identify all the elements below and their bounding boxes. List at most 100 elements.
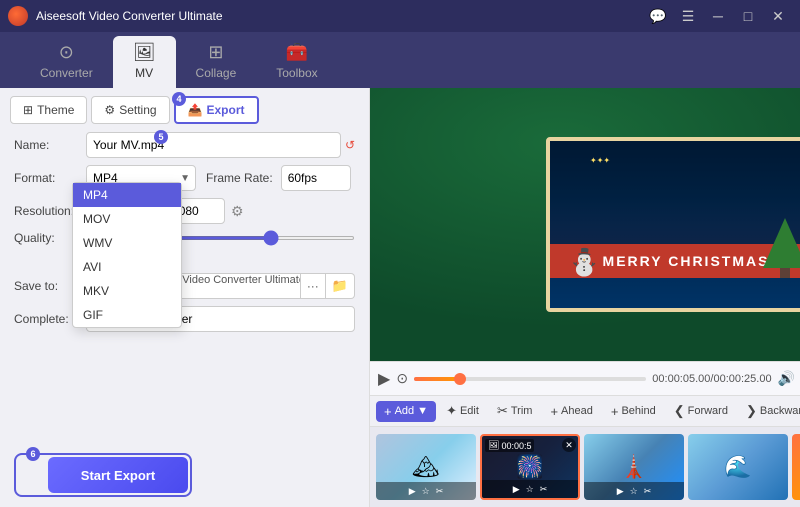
stop-button[interactable]: ⊙ bbox=[396, 370, 408, 387]
window-controls: 💬 ☰ ─ □ ✕ bbox=[644, 6, 792, 26]
tab-toolbox-label: Toolbox bbox=[276, 66, 317, 80]
resolution-gear-icon[interactable]: ⚙ bbox=[231, 203, 244, 220]
thumb-play-icon-3: ▶ bbox=[617, 486, 624, 497]
xmas-card: MERRY CHRISTMAS ⛄ ✦✦✦ bbox=[546, 137, 800, 312]
format-option-avi[interactable]: AVI bbox=[73, 255, 181, 279]
ahead-label: Ahead bbox=[561, 405, 593, 417]
chat-icon-btn[interactable]: 💬 bbox=[644, 6, 672, 26]
sub-tab-theme[interactable]: ⊞ Theme bbox=[10, 96, 87, 124]
start-export-button[interactable]: Start Export bbox=[48, 457, 188, 493]
toolbox-icon: 🧰 bbox=[286, 42, 308, 63]
thumb-play-icon-1: ▶ bbox=[409, 486, 416, 497]
main-content: ⊞ Theme ⚙ Setting 4 📤 Export Name: 5 ↺ bbox=[0, 88, 800, 507]
format-option-mov[interactable]: MOV bbox=[73, 207, 181, 231]
play-button[interactable]: ▶ bbox=[378, 369, 390, 389]
badge-6: 6 bbox=[26, 447, 40, 461]
add-button[interactable]: + Add ▼ bbox=[376, 401, 436, 422]
setting-tab-label: Setting bbox=[119, 103, 156, 117]
menu-icon-btn[interactable]: ☰ bbox=[674, 6, 702, 26]
left-panel: ⊞ Theme ⚙ Setting 4 📤 Export Name: 5 ↺ bbox=[0, 88, 370, 507]
setting-gear-icon: ⚙ bbox=[104, 103, 115, 117]
thumb-star-icon-1: ☆ bbox=[422, 486, 430, 497]
format-option-wmv[interactable]: WMV bbox=[73, 231, 181, 255]
thumbnail-3[interactable]: 🗼 ▶ ☆ ✂ bbox=[584, 434, 684, 500]
thumb-star-icon-2: ☆ bbox=[526, 484, 534, 495]
mv-icon: 🖼 bbox=[133, 42, 156, 63]
thumb-bg-5: 🌅 bbox=[792, 434, 800, 500]
theme-grid-icon: ⊞ bbox=[23, 103, 33, 117]
app-logo bbox=[8, 6, 28, 26]
format-dropdown: MP4 MOV WMV AVI MKV GIF bbox=[72, 182, 182, 328]
thumbnail-1[interactable]: 🏔 ▶ ☆ ✂ bbox=[376, 434, 476, 500]
tab-mv[interactable]: 🖼 MV bbox=[113, 36, 176, 88]
edit-label: Edit bbox=[460, 405, 479, 417]
tab-mv-label: MV bbox=[135, 66, 153, 80]
sub-tabs: ⊞ Theme ⚙ Setting 4 📤 Export bbox=[0, 88, 369, 124]
trim-button[interactable]: ✂ Trim bbox=[489, 400, 541, 422]
thumb-bg-4: 🌊 bbox=[688, 434, 788, 500]
tab-toolbox[interactable]: 🧰 Toolbox bbox=[256, 36, 337, 88]
time-current: 00:00:05.00 bbox=[652, 373, 710, 385]
tab-converter-label: Converter bbox=[40, 66, 93, 80]
framerate-select[interactable]: 24fps 30fps 60fps bbox=[281, 165, 351, 191]
tab-collage[interactable]: ⊞ Collage bbox=[176, 36, 257, 88]
ahead-button[interactable]: + Ahead bbox=[542, 401, 600, 422]
thumb-cut-icon-3: ✂ bbox=[644, 486, 652, 497]
framerate-label: Frame Rate: bbox=[206, 171, 273, 185]
preview-image: MERRY CHRISTMAS ⛄ ✦✦✦ bbox=[370, 88, 800, 361]
save-path-folder-button[interactable]: 📁 bbox=[326, 273, 355, 299]
format-option-mp4[interactable]: MP4 bbox=[73, 183, 181, 207]
forward-button[interactable]: ❮ Forward bbox=[666, 400, 736, 422]
maximize-button[interactable]: □ bbox=[734, 6, 762, 26]
trim-scissors-icon: ✂ bbox=[497, 403, 508, 419]
thumbnail-5[interactable]: 🌅 bbox=[792, 434, 800, 500]
edit-icon: ✦ bbox=[446, 403, 457, 419]
thumb-play-icon-2: ▶ bbox=[513, 484, 520, 495]
add-chevron-icon: ▼ bbox=[417, 405, 428, 417]
export-tab-label: Export bbox=[207, 103, 245, 117]
behind-icon: + bbox=[611, 404, 619, 419]
tab-converter[interactable]: ⊙ Converter bbox=[20, 36, 113, 88]
thumb-cut-icon-1: ✂ bbox=[436, 486, 444, 497]
converter-icon: ⊙ bbox=[59, 42, 74, 63]
thumbnail-2[interactable]: 🎆 🖼 00:00:5 ✕ ▶ ☆ ✂ bbox=[480, 434, 580, 500]
save-path-dots-button[interactable]: ··· bbox=[301, 273, 326, 299]
backward-button[interactable]: ❯ Backward bbox=[738, 400, 800, 422]
tab-collage-label: Collage bbox=[196, 66, 237, 80]
xmas-tree bbox=[763, 218, 800, 278]
complete-row: Complete: Open output folder bbox=[14, 306, 355, 332]
volume-icon[interactable]: 🔊 bbox=[778, 370, 795, 387]
name-reset-icon[interactable]: ↺ bbox=[345, 138, 355, 152]
nav-tabs: ⊙ Converter 🖼 MV ⊞ Collage 🧰 Toolbox bbox=[0, 32, 800, 88]
forward-label: Forward bbox=[688, 405, 728, 417]
title-bar: Aiseesoft Video Converter Ultimate 💬 ☰ ─… bbox=[0, 0, 800, 32]
snowman: ⛄ bbox=[568, 247, 600, 278]
thumbnail-4[interactable]: 🌊 bbox=[688, 434, 788, 500]
minimize-button[interactable]: ─ bbox=[704, 6, 732, 26]
format-option-gif[interactable]: GIF bbox=[73, 303, 181, 327]
thumb-overlay-2: ▶ ☆ ✂ bbox=[482, 480, 578, 498]
name-row: Name: 5 ↺ bbox=[14, 132, 355, 158]
thumb-overlay-3: ▶ ☆ ✂ bbox=[584, 482, 684, 500]
close-button[interactable]: ✕ bbox=[764, 6, 792, 26]
theme-tab-label: Theme bbox=[37, 103, 74, 117]
right-panel: MERRY CHRISTMAS ⛄ ✦✦✦ ▶ ⊙ bbox=[370, 88, 800, 507]
badge-4: 4 bbox=[172, 92, 186, 106]
thumb-remove-2[interactable]: ✕ bbox=[562, 438, 576, 452]
thumb-badge-2: 🖼 00:00:5 bbox=[485, 439, 534, 452]
thumb-cut-icon-2: ✂ bbox=[540, 484, 548, 495]
behind-label: Behind bbox=[621, 405, 655, 417]
edit-button[interactable]: ✦ Edit bbox=[438, 400, 487, 422]
behind-button[interactable]: + Behind bbox=[603, 401, 664, 422]
thumb-star-icon-3: ☆ bbox=[630, 486, 638, 497]
name-input[interactable] bbox=[86, 132, 341, 158]
forward-chevron-icon: ❮ bbox=[674, 403, 685, 419]
start-export-area: 6 Start Export bbox=[0, 447, 369, 507]
format-option-mkv[interactable]: MKV bbox=[73, 279, 181, 303]
export-btn-border: Start Export bbox=[14, 453, 192, 497]
sub-tab-export[interactable]: 📤 Export bbox=[174, 96, 259, 124]
thumb-image-icon-2: 🖼 bbox=[488, 440, 499, 451]
progress-bar[interactable] bbox=[414, 377, 646, 381]
time-display: 00:00:05.00/00:00:25.00 bbox=[652, 373, 771, 385]
sub-tab-setting[interactable]: ⚙ Setting bbox=[91, 96, 169, 124]
